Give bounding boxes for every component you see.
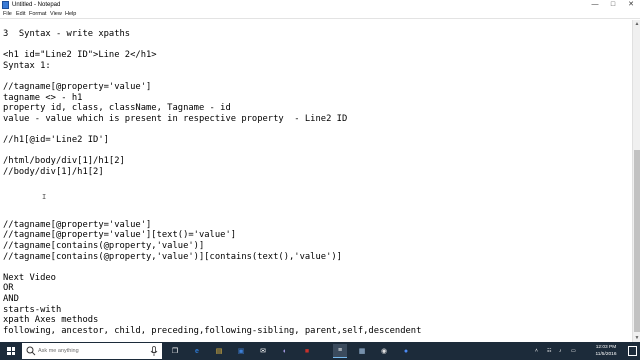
editor-line: //h1[@id='Line2 ID'] bbox=[3, 135, 109, 145]
editor-line: 3 Syntax - write xpaths bbox=[3, 29, 131, 39]
editor-line: //body/div[1]/h1[2] bbox=[3, 166, 104, 177]
mail-icon[interactable]: ✉ bbox=[256, 344, 270, 358]
menu-view[interactable]: View bbox=[50, 10, 62, 19]
minimize-button[interactable]: — bbox=[586, 0, 604, 10]
start-button[interactable] bbox=[0, 342, 22, 360]
clock[interactable]: 12:03 PM 11/5/2016 bbox=[586, 344, 626, 358]
menu-file[interactable]: File bbox=[3, 10, 12, 19]
editor-line: xpath Axes methods bbox=[3, 315, 99, 326]
editor-line: OR bbox=[3, 283, 14, 294]
editor-line: Syntax 1: bbox=[3, 60, 51, 71]
chrome-icon[interactable]: ● bbox=[399, 344, 413, 358]
scroll-up-arrow-icon[interactable]: ▲ bbox=[633, 20, 640, 28]
editor-line: AND bbox=[3, 294, 19, 304]
editor-line: //tagname[@property='value'] bbox=[3, 82, 152, 92]
menu-help[interactable]: Help bbox=[65, 10, 76, 19]
editor-line: starts-with bbox=[3, 304, 62, 315]
taskbar: Ask me anything ❐ e ▤ ▣ ✉ ◐ ■ ≡ ▦ ◉ ● ˄ … bbox=[0, 342, 640, 360]
editor-text-area[interactable]: I 3 Syntax - write xpaths <h1 id="Line2 I… bbox=[0, 20, 632, 342]
clock-time: 12:03 PM bbox=[595, 345, 617, 350]
editor-line: property id, class, className, Tagname -… bbox=[3, 103, 231, 114]
editor-line: //tagname[@property='value'][text()='val… bbox=[3, 230, 237, 241]
task-view-icon[interactable]: ❐ bbox=[168, 344, 182, 358]
close-button[interactable]: ✕ bbox=[622, 0, 640, 10]
search-icon bbox=[26, 346, 36, 356]
action-center-icon[interactable] bbox=[628, 346, 637, 356]
editor-line: <h1 id="Line2 ID">Line 2</h1> bbox=[3, 50, 157, 61]
scroll-down-arrow-icon[interactable]: ▼ bbox=[633, 334, 640, 342]
window-title: Untitled - Notepad bbox=[12, 2, 61, 8]
camera-icon[interactable]: ◉ bbox=[377, 344, 391, 358]
notepad-app-icon[interactable] bbox=[2, 1, 9, 9]
notepad-taskbar-icon[interactable]: ≡ bbox=[333, 344, 347, 358]
vertical-scrollbar[interactable]: ▲ ▼ bbox=[632, 20, 640, 342]
battery-icon[interactable]: ▭ bbox=[571, 342, 576, 360]
editor-line: /html/body/div[1]/h1[2] bbox=[3, 156, 125, 167]
maximize-button[interactable]: □ bbox=[604, 0, 622, 10]
scroll-thumb[interactable] bbox=[634, 150, 640, 332]
clock-date: 11/5/2016 bbox=[595, 352, 617, 357]
app-icon[interactable]: ■ bbox=[300, 344, 314, 358]
editor-line: following, ancestor, child, preceding,fo… bbox=[3, 325, 422, 336]
menu-bar: File Edit Format View Help bbox=[0, 10, 640, 19]
volume-icon[interactable]: ♪ bbox=[559, 342, 562, 360]
edge-icon[interactable]: e bbox=[190, 344, 204, 358]
search-placeholder: Ask me anything bbox=[38, 348, 79, 354]
text-cursor-icon: I bbox=[42, 193, 47, 201]
menu-format[interactable]: Format bbox=[29, 10, 46, 19]
store-icon[interactable]: ▣ bbox=[234, 344, 248, 358]
editor-line: //tagname[@property='value'] bbox=[3, 219, 152, 230]
editor-line: value - value which is present in respec… bbox=[3, 113, 348, 124]
eclipse-icon[interactable]: ◐ bbox=[278, 344, 292, 358]
microphone-icon[interactable] bbox=[150, 346, 158, 356]
app-icon-2[interactable]: ▦ bbox=[355, 344, 369, 358]
title-bar[interactable]: Untitled - Notepad — □ ✕ bbox=[0, 0, 640, 10]
show-hidden-icons-chevron-icon[interactable]: ˄ bbox=[535, 342, 538, 360]
editor-line: Next Video bbox=[3, 272, 56, 283]
windows-logo-icon bbox=[7, 347, 15, 355]
file-explorer-icon[interactable]: ▤ bbox=[212, 344, 226, 358]
cortana-search-box[interactable]: Ask me anything bbox=[22, 343, 162, 359]
menu-edit[interactable]: Edit bbox=[16, 10, 25, 19]
editor-line: //tagname[contains(@property,'value')][c… bbox=[3, 251, 342, 262]
editor-line: //tagname[contains(@property,'value')] bbox=[3, 241, 205, 251]
network-icon[interactable]: ☷ bbox=[547, 342, 551, 360]
editor-line: tagname <> - h1 bbox=[3, 92, 83, 103]
